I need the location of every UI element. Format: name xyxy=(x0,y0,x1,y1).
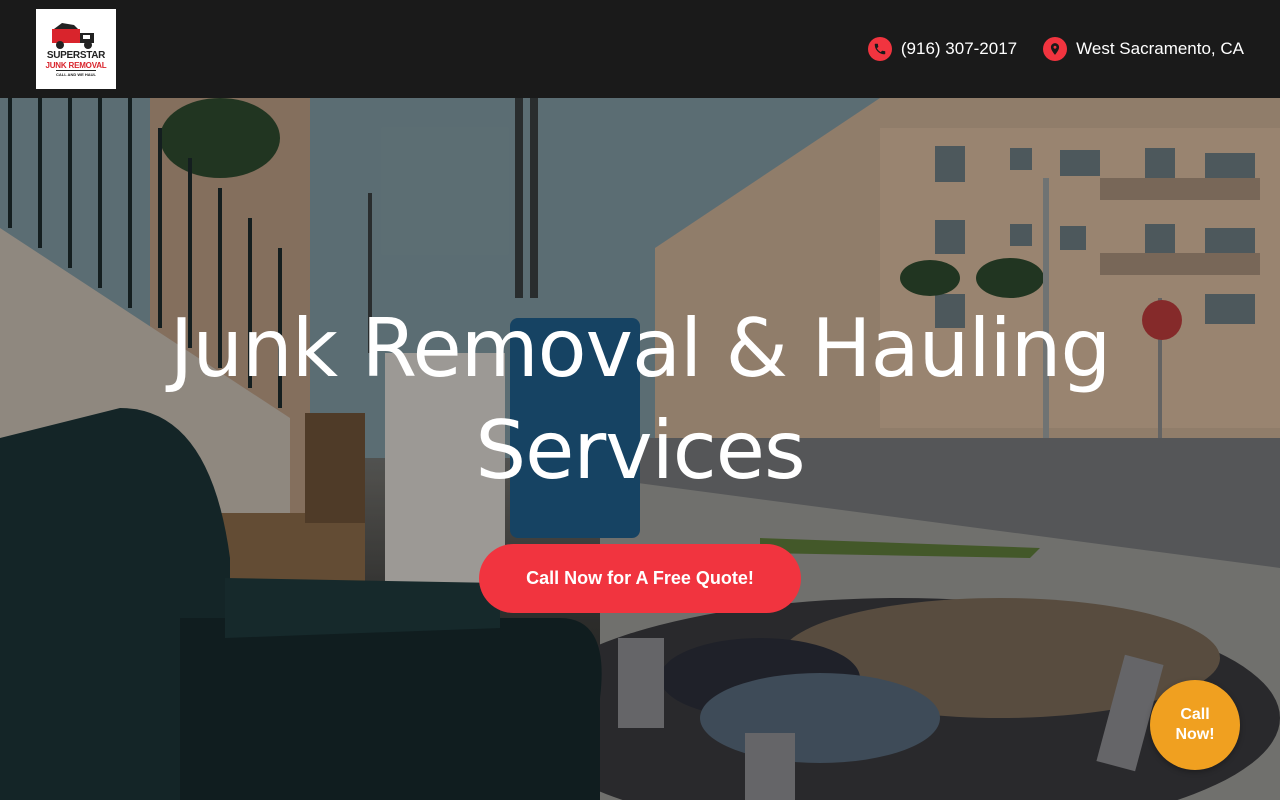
map-pin-icon xyxy=(1043,37,1068,61)
site-header: SUPERSTAR JUNK REMOVAL CALL AND WE HAUL … xyxy=(0,0,1280,98)
logo-text-brand: SUPERSTAR xyxy=(46,49,106,61)
company-logo[interactable]: SUPERSTAR JUNK REMOVAL CALL AND WE HAUL xyxy=(36,9,116,89)
call-now-label-line2: Now! xyxy=(1175,726,1215,743)
logo-text-tagline: CALL AND WE HAUL xyxy=(56,69,96,77)
call-now-label-line1: Call xyxy=(1180,706,1210,723)
call-now-label: Call Now! xyxy=(1175,705,1214,745)
logo-text-service: JUNK REMOVAL xyxy=(45,60,107,70)
location-text: West Sacramento, CA xyxy=(1076,39,1244,58)
header-contact: (916) 307-2017 West Sacramento, CA xyxy=(867,37,1244,61)
hero-title: Junk Removal & Hauling Services xyxy=(169,302,1112,497)
floating-call-now-button[interactable]: Call Now! xyxy=(1150,680,1240,770)
phone-number: (916) 307-2017 xyxy=(900,39,1018,58)
phone-link[interactable]: (916) 307-2017 xyxy=(867,37,1018,61)
hero-section: Junk Removal & Hauling Services Call Now… xyxy=(0,98,1280,800)
location-link[interactable]: West Sacramento, CA xyxy=(1043,37,1244,61)
free-quote-button[interactable]: Call Now for A Free Quote! xyxy=(479,544,801,613)
truck-logo-icon xyxy=(52,22,94,49)
phone-icon xyxy=(867,37,892,61)
